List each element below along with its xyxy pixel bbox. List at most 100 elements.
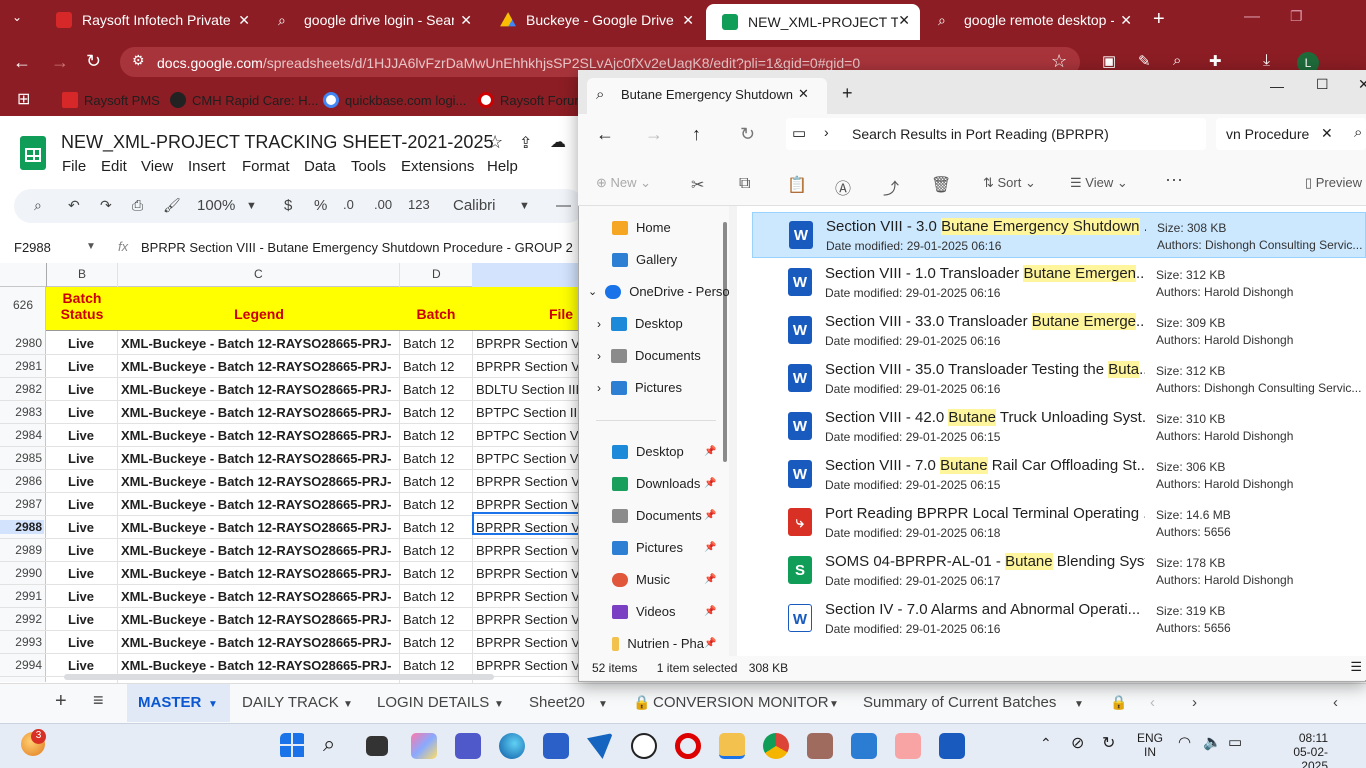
- nav-quick-music[interactable]: Music: [612, 572, 670, 587]
- redo-icon[interactable]: ↷: [100, 197, 112, 214]
- legend-cell[interactable]: XML-Buckeye - Batch 12-RAYSO28665-PRJ-: [121, 520, 399, 535]
- volume-icon[interactable]: 🔈: [1203, 733, 1222, 751]
- file-cell[interactable]: BPRPR Section VI: [476, 497, 580, 512]
- legend-cell[interactable]: XML-Buckeye - Batch 12-RAYSO28665-PRJ-: [121, 497, 399, 512]
- maximize-window-icon[interactable]: ☐: [1316, 76, 1329, 93]
- file-explorer-taskbar-icon[interactable]: [719, 733, 745, 759]
- document-title[interactable]: NEW_XML-PROJECT TRACKING SHEET-2021-2025: [61, 132, 493, 153]
- sheets-logo-icon[interactable]: [20, 136, 46, 170]
- clear-search-icon[interactable]: ✕: [1321, 125, 1333, 142]
- clock[interactable]: 08:11 05-02-2025: [1284, 731, 1328, 768]
- browser-tab-buckeye-drive[interactable]: Buckeye - Google Drive ✕: [484, 0, 704, 40]
- row-number[interactable]: 2987: [0, 497, 44, 511]
- batch-status-cell[interactable]: Live: [68, 497, 94, 512]
- batch-status-cell[interactable]: Live: [68, 428, 94, 443]
- font-select[interactable]: Calibri: [453, 197, 496, 214]
- tab-search-chevron-icon[interactable]: ⌄: [12, 10, 22, 24]
- batch-cell[interactable]: Batch 12: [403, 359, 454, 374]
- zoom-select[interactable]: 100%: [197, 197, 235, 214]
- file-cell[interactable]: BPRPR Section VI: [476, 359, 580, 374]
- column-b-header[interactable]: B: [78, 267, 86, 281]
- batch-cell[interactable]: Batch 12: [403, 451, 454, 466]
- legend-cell[interactable]: XML-Buckeye - Batch 12-RAYSO28665-PRJ-: [121, 428, 399, 443]
- decrease-decimal-button[interactable]: .0: [343, 197, 354, 212]
- battery-icon[interactable]: ▭: [1228, 733, 1242, 751]
- nav-quick-nutrien[interactable]: Nutrien - Pha: [612, 636, 704, 651]
- batch-status-cell[interactable]: Live: [68, 658, 94, 673]
- search-result-item[interactable]: ⤷ Port Reading BPRPR Local Terminal Opera…: [752, 500, 1366, 546]
- legend-cell[interactable]: XML-Buckeye - Batch 12-RAYSO28665-PRJ-: [121, 635, 399, 650]
- file-cell[interactable]: BDLTU Section III: [476, 382, 580, 397]
- batch-cell[interactable]: Batch 12: [403, 336, 454, 351]
- batch-status-cell[interactable]: Live: [68, 382, 94, 397]
- copy-icon[interactable]: ⧉: [739, 175, 750, 193]
- cloud-status-icon[interactable]: ☁: [550, 132, 566, 152]
- file-cell[interactable]: BPRPR Section VI: [476, 589, 580, 604]
- legend-cell[interactable]: XML-Buckeye - Batch 12-RAYSO28665-PRJ-: [121, 566, 399, 581]
- chrome-icon[interactable]: [763, 733, 789, 759]
- search-result-item[interactable]: S SOMS 04-BPRPR-AL-01 - Butane Blending S…: [752, 548, 1366, 594]
- extension-icon[interactable]: ▣: [1102, 52, 1116, 70]
- batch-cell[interactable]: Batch 12: [403, 589, 454, 604]
- scroll-tabs-right-icon[interactable]: ›: [1192, 694, 1197, 711]
- sheet-tab-login-details[interactable]: LOGIN DETAILS: [377, 694, 489, 711]
- menu-view[interactable]: View: [141, 158, 173, 175]
- batch-status-cell[interactable]: Live: [68, 566, 94, 581]
- batch-cell[interactable]: Batch 12: [403, 405, 454, 420]
- nav-quick-desktop[interactable]: Desktop: [612, 444, 684, 459]
- legend-cell[interactable]: XML-Buckeye - Batch 12-RAYSO28665-PRJ-: [121, 543, 399, 558]
- nav-onedrive-desktop[interactable]: › Desktop: [597, 316, 683, 331]
- nav-quick-downloads[interactable]: Downloads: [612, 476, 700, 491]
- row-number[interactable]: 2994: [0, 658, 44, 672]
- nav-quick-pictures[interactable]: Pictures: [612, 540, 683, 555]
- file-cell[interactable]: BPRPR Section VI: [476, 474, 580, 489]
- remote-desktop-icon[interactable]: [851, 733, 877, 759]
- app-icon[interactable]: [807, 733, 833, 759]
- search-result-item[interactable]: W Section VIII - 1.0 Transloader Butane E…: [752, 260, 1366, 306]
- file-cell[interactable]: BPRPR Section VI: [476, 543, 580, 558]
- row-number[interactable]: 2993: [0, 635, 44, 649]
- legend-cell[interactable]: XML-Buckeye - Batch 12-RAYSO28665-PRJ-: [121, 336, 399, 351]
- snipping-tool-icon[interactable]: [895, 733, 921, 759]
- sheet-tab-sheet20[interactable]: Sheet20: [529, 694, 585, 711]
- delete-icon[interactable]: 🗑: [931, 175, 951, 195]
- selected-cell[interactable]: [472, 512, 582, 535]
- number-format-button[interactable]: 123: [408, 197, 430, 212]
- minimize-browser-icon[interactable]: —: [1244, 8, 1260, 26]
- store-icon[interactable]: [543, 733, 569, 759]
- row-number[interactable]: 2992: [0, 612, 44, 626]
- site-info-icon[interactable]: ⚙: [132, 52, 145, 69]
- legend-cell[interactable]: XML-Buckeye - Batch 12-RAYSO28665-PRJ-: [121, 474, 399, 489]
- file-cell[interactable]: BPTPC Section VI: [476, 451, 580, 466]
- show-hidden-icons-icon[interactable]: ⌃: [1040, 735, 1052, 752]
- batch-cell[interactable]: Batch 12: [403, 612, 454, 627]
- sheet-tab-daily-track[interactable]: DAILY TRACK: [242, 694, 339, 711]
- explorer-tab[interactable]: Butane Emergency Shutdown: [587, 78, 827, 114]
- maximize-browser-icon[interactable]: ❐: [1290, 8, 1303, 25]
- legend-cell[interactable]: XML-Buckeye - Batch 12-RAYSO28665-PRJ-: [121, 405, 399, 420]
- browser-tab-raysoft[interactable]: Raysoft Infotech Private Limi ✕: [40, 0, 260, 40]
- dell-icon[interactable]: [631, 733, 657, 759]
- zoom-icon[interactable]: ⌕: [1173, 52, 1181, 69]
- details-view-icon[interactable]: ☰: [1350, 659, 1362, 675]
- search-menus-icon[interactable]: ⌕: [34, 197, 42, 214]
- batch-status-cell[interactable]: Live: [68, 336, 94, 351]
- collapse-explore-icon[interactable]: ‹: [1333, 694, 1338, 711]
- batch-status-cell[interactable]: Live: [68, 589, 94, 604]
- all-sheets-icon[interactable]: ≡: [93, 690, 104, 711]
- preview-button[interactable]: ▯ Preview: [1305, 175, 1362, 191]
- row-number[interactable]: 2985: [0, 451, 44, 465]
- edge-icon[interactable]: [499, 733, 525, 759]
- search-result-item[interactable]: W Section VIII - 33.0 Transloader Butane …: [752, 308, 1366, 354]
- batch-cell[interactable]: Batch 12: [403, 474, 454, 489]
- minimize-window-icon[interactable]: —: [1270, 78, 1284, 94]
- row-number[interactable]: 2989: [0, 543, 44, 557]
- refresh-icon[interactable]: ↻: [740, 124, 755, 145]
- nav-quick-videos[interactable]: Videos: [612, 604, 676, 619]
- browser-tab-tracking-sheet[interactable]: NEW_XML-PROJECT TRACKI ✕: [706, 4, 920, 40]
- copilot-icon[interactable]: [411, 733, 437, 759]
- batch-cell[interactable]: Batch 12: [403, 382, 454, 397]
- menu-format[interactable]: Format: [242, 158, 290, 175]
- batch-cell[interactable]: Batch 12: [403, 428, 454, 443]
- search-result-item[interactable]: W Section IV - 7.0 Alarms and Abnormal Op…: [752, 596, 1366, 642]
